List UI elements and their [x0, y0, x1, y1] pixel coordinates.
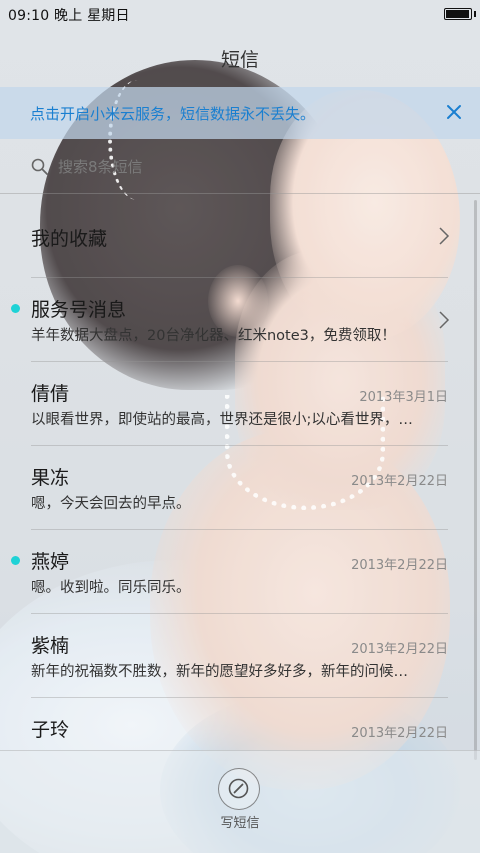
unread-dot	[11, 556, 20, 565]
status-clock: 09:10 晚上 星期日	[8, 5, 130, 25]
close-icon[interactable]	[442, 100, 466, 124]
conversation-name: 服务号消息	[31, 299, 127, 321]
conversation-favorites[interactable]: 我的收藏	[0, 194, 480, 278]
compose-bar: 写短信	[0, 750, 480, 853]
conversation-date: 2013年2月22日	[351, 642, 448, 657]
page-title: 短信	[220, 49, 259, 71]
conversation-date: 2013年2月22日	[351, 558, 448, 573]
compose-icon	[228, 778, 249, 799]
conversation-preview: 羊年数据大盘点，20台净化器、红米note3，免费领取！	[31, 328, 396, 344]
search-bar[interactable]	[30, 150, 450, 184]
cloud-service-banner[interactable]: 点击开启小米云服务，短信数据永不丢失。	[0, 87, 480, 139]
status-bar: 09:10 晚上 星期日	[0, 0, 480, 28]
unread-dot	[11, 304, 20, 313]
conversation-preview: 嗯，今天会回去的早点。	[31, 496, 191, 512]
conversation-name: 子玲	[31, 719, 70, 741]
status-weekday: 星期日	[87, 8, 130, 24]
conversation-date: 2013年2月22日	[351, 726, 448, 741]
conversation-qianqian[interactable]: 倩倩 2013年3月1日 以眼看世界，即使站的最高，世界还是很小;以心看世界，…	[0, 362, 480, 446]
conversation-name: 燕婷	[31, 551, 70, 573]
search-icon	[30, 157, 50, 177]
status-period: 晚上	[54, 8, 83, 24]
compose-label[interactable]: 写短信	[0, 812, 480, 831]
conversation-guodong[interactable]: 果冻 2013年2月22日 嗯，今天会回去的早点。	[0, 446, 480, 530]
compose-divider	[0, 750, 480, 751]
chevron-right-icon	[439, 227, 450, 245]
conversation-preview: 新年的祝福数不胜数，新年的愿望好多好多，新年的问候…	[31, 664, 408, 680]
compose-button[interactable]	[218, 768, 260, 810]
conversation-name: 我的收藏	[31, 228, 108, 250]
status-time: 09:10	[8, 8, 50, 24]
conversation-name: 倩倩	[31, 383, 70, 405]
banner-text[interactable]: 点击开启小米云服务，短信数据永不丢失。	[30, 103, 315, 124]
conversation-date: 2013年2月22日	[351, 474, 448, 489]
chevron-right-icon	[439, 311, 450, 329]
battery-tip	[474, 11, 476, 17]
search-input[interactable]	[58, 154, 438, 180]
conversation-preview: 以眼看世界，即使站的最高，世界还是很小;以心看世界，…	[31, 412, 413, 428]
conversation-name: 紫楠	[31, 635, 70, 657]
conversation-yanting[interactable]: 燕婷 2013年2月22日 嗯。收到啦。同乐同乐。	[0, 530, 480, 614]
scrollbar[interactable]	[474, 200, 477, 760]
conversation-service-messages[interactable]: 服务号消息 羊年数据大盘点，20台净化器、红米note3，免费领取！	[0, 278, 480, 362]
battery-icon	[444, 8, 472, 20]
conversation-zinan[interactable]: 紫楠 2013年2月22日 新年的祝福数不胜数，新年的愿望好多好多，新年的问候…	[0, 614, 480, 698]
conversation-name: 果冻	[31, 467, 70, 489]
battery-fill	[446, 10, 469, 18]
conversation-preview: 嗯。收到啦。同乐同乐。	[31, 580, 191, 596]
conversation-date: 2013年3月1日	[359, 390, 448, 405]
